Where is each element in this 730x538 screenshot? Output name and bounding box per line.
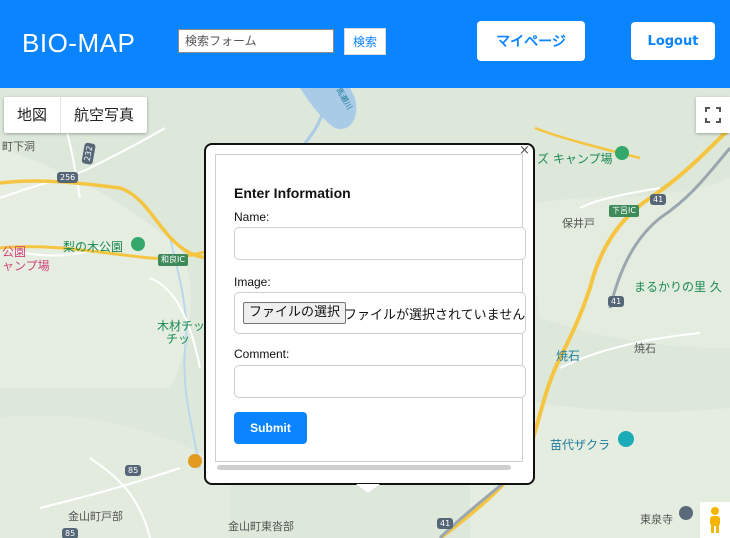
road-badge-41-a: 41 <box>650 194 667 205</box>
comment-field[interactable] <box>234 365 526 398</box>
map-type-control: 地図 航空写真 <box>4 97 148 133</box>
map-label-hoido: 保井戸 <box>562 217 595 230</box>
logout-button[interactable]: Logout <box>631 22 715 60</box>
image-label: Image: <box>234 275 271 289</box>
info-window-tail <box>356 484 380 493</box>
search-input[interactable] <box>178 29 334 53</box>
road-badge-41-c: 41 <box>437 518 454 529</box>
map-type-tab-map[interactable]: 地図 <box>4 97 62 133</box>
form-title: Enter Information <box>234 185 351 201</box>
map-type-tab-satellite[interactable]: 航空写真 <box>61 97 147 133</box>
comment-label: Comment: <box>234 347 290 361</box>
submit-button[interactable]: Submit <box>234 412 307 444</box>
fullscreen-button[interactable] <box>696 97 730 133</box>
search-button[interactable]: 検索 <box>344 28 386 55</box>
brand-title: BIO-MAP <box>22 28 136 58</box>
choose-file-button[interactable]: ファイルの選択 <box>243 302 347 324</box>
file-status-text: ファイルが選択されていません <box>344 308 526 323</box>
road-badge-41-b: 41 <box>608 296 625 307</box>
ic-badge-wara: 和良IC <box>158 254 188 266</box>
ic-badge-shimoro: 下呂IC <box>609 205 639 217</box>
map-label-mokuzai-2: チッ <box>166 332 191 346</box>
street-view-pegman[interactable] <box>700 502 730 538</box>
pegman-icon <box>710 507 720 533</box>
road-badge-85: 85 <box>125 465 142 476</box>
map-label-camp-left: ャンプ場 <box>2 259 50 273</box>
road-badge-85-b: 85 <box>62 528 79 538</box>
name-field[interactable] <box>234 227 526 260</box>
fullscreen-icon <box>705 107 721 123</box>
road-badge-256: 256 <box>57 172 79 183</box>
app-header: BIO-MAP 検索 マイページ Logout <box>0 0 730 88</box>
map-label-yakeishi-1: 焼石 <box>556 349 581 363</box>
name-label: Name: <box>234 210 270 224</box>
map-label-nashinoki-park: 梨の木公園 <box>63 240 124 254</box>
horizontal-scrollbar[interactable] <box>217 465 511 470</box>
map-label-kanayama-tobe: 金山町戸部 <box>68 510 123 523</box>
close-icon[interactable]: × <box>519 144 530 158</box>
map-label-machi-shimohora: 町下洞 <box>2 140 35 153</box>
map-label-tosenji: 東泉寺 <box>640 513 673 526</box>
map-label-kanayama-higashi: 金山町東沓部 <box>228 520 294 533</box>
map-label-yakeishi-2: 焼石 <box>634 342 656 355</box>
mypage-button[interactable]: マイページ <box>477 21 585 61</box>
map-label-marukari: まるかりの里 久 <box>634 280 722 294</box>
map-label-camp: ズ キャンプ場 <box>537 152 613 166</box>
map-label-naeshiro: 苗代ザクラ <box>550 438 611 452</box>
